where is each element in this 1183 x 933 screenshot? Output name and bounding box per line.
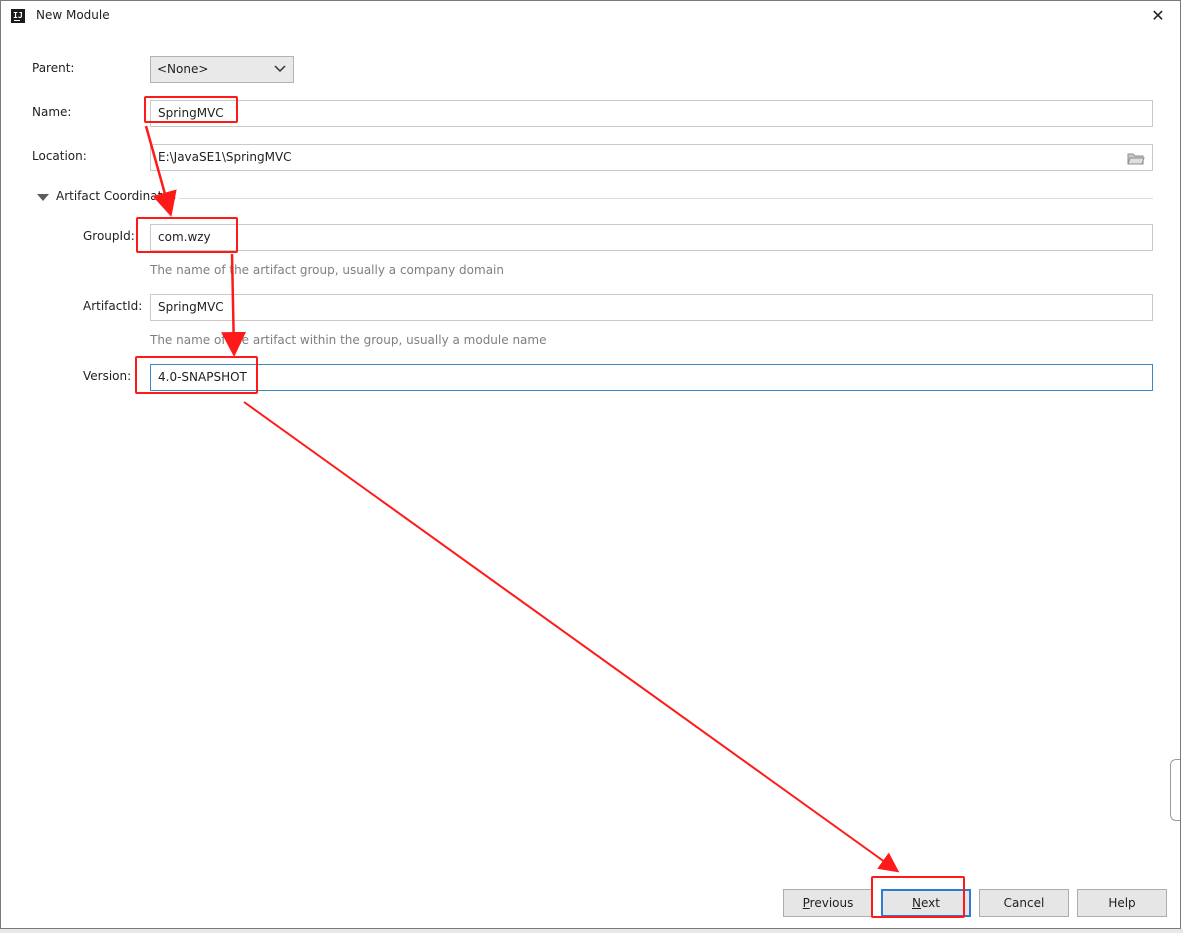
dialog-title: New Module: [36, 8, 110, 22]
version-field[interactable]: 4.0-SNAPSHOT: [150, 364, 1153, 391]
close-icon[interactable]: ✕: [1142, 4, 1174, 28]
groupid-label: GroupId:: [83, 229, 135, 243]
artifactid-field[interactable]: SpringMVC: [150, 294, 1153, 321]
name-label: Name:: [32, 105, 72, 119]
version-value: 4.0-SNAPSHOT: [158, 370, 247, 384]
location-field[interactable]: E:\JavaSE1\SpringMVC: [150, 144, 1153, 171]
version-label: Version:: [83, 369, 132, 383]
chevron-down-icon: [274, 65, 286, 73]
title-bar: IJ New Module ✕: [1, 1, 1180, 31]
new-module-dialog: IJ New Module ✕ Parent: <None> Name: Spr…: [0, 0, 1181, 929]
location-label: Location:: [32, 149, 87, 163]
triangle-down-icon[interactable]: [37, 194, 49, 201]
location-value: E:\JavaSE1\SpringMVC: [158, 150, 292, 164]
intellij-app-icon: IJ: [11, 9, 25, 23]
groupid-hint: The name of the artifact group, usually …: [150, 263, 504, 277]
artifactid-value: SpringMVC: [158, 300, 224, 314]
next-button[interactable]: Next: [881, 889, 971, 917]
groupid-field[interactable]: com.wzy: [150, 224, 1153, 251]
previous-button[interactable]: Previous: [783, 889, 873, 917]
artifact-coordinates-label[interactable]: Artifact Coordinates: [56, 189, 176, 203]
parent-value: <None>: [157, 62, 209, 76]
help-button[interactable]: Help: [1077, 889, 1167, 917]
folder-icon[interactable]: [1127, 152, 1145, 165]
parent-label: Parent:: [32, 61, 75, 75]
name-field[interactable]: SpringMVC: [150, 100, 1153, 127]
parent-combobox[interactable]: <None>: [150, 56, 294, 83]
name-value: SpringMVC: [158, 106, 224, 120]
cancel-button[interactable]: Cancel: [979, 889, 1069, 917]
groupid-value: com.wzy: [158, 230, 211, 244]
side-tab[interactable]: [1170, 759, 1180, 821]
artifactid-hint: The name of the artifact within the grou…: [150, 333, 547, 347]
window-bottom-edge: [0, 929, 1183, 933]
artifactid-label: ArtifactId:: [83, 299, 143, 313]
section-divider: [179, 198, 1153, 199]
